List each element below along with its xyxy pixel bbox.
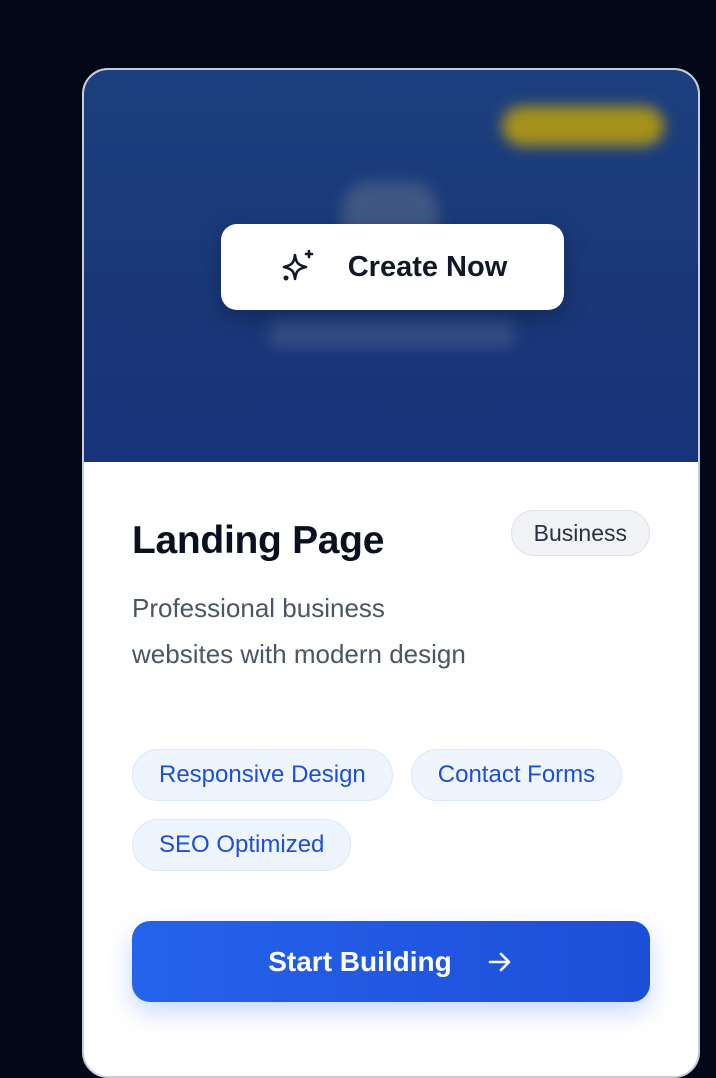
feature-tags: Responsive Design Contact Forms SEO Opti… (132, 749, 662, 871)
create-now-button[interactable]: Create Now (221, 224, 564, 310)
feature-tag: Responsive Design (132, 749, 393, 801)
blurred-title (270, 320, 514, 348)
card-header: Landing Page Business (132, 462, 650, 582)
card-body: Landing Page Business (84, 462, 698, 582)
template-card[interactable]: Create Now Landing Page Business Profess… (82, 68, 700, 1078)
card-description: Professional business websites with mode… (132, 593, 466, 669)
blurred-badge (502, 106, 664, 146)
start-building-button[interactable]: Start Building (132, 921, 650, 1002)
category-badge: Business (510, 510, 650, 556)
card-title: Landing Page (132, 519, 385, 562)
sparkles-icon (278, 247, 318, 287)
feature-tag: Contact Forms (410, 749, 623, 801)
arrow-right-icon (486, 948, 514, 976)
feature-tag: SEO Optimized (132, 819, 352, 871)
start-building-label: Start Building (268, 945, 452, 977)
card-preview: Create Now (84, 70, 698, 462)
create-now-label: Create Now (347, 250, 508, 283)
